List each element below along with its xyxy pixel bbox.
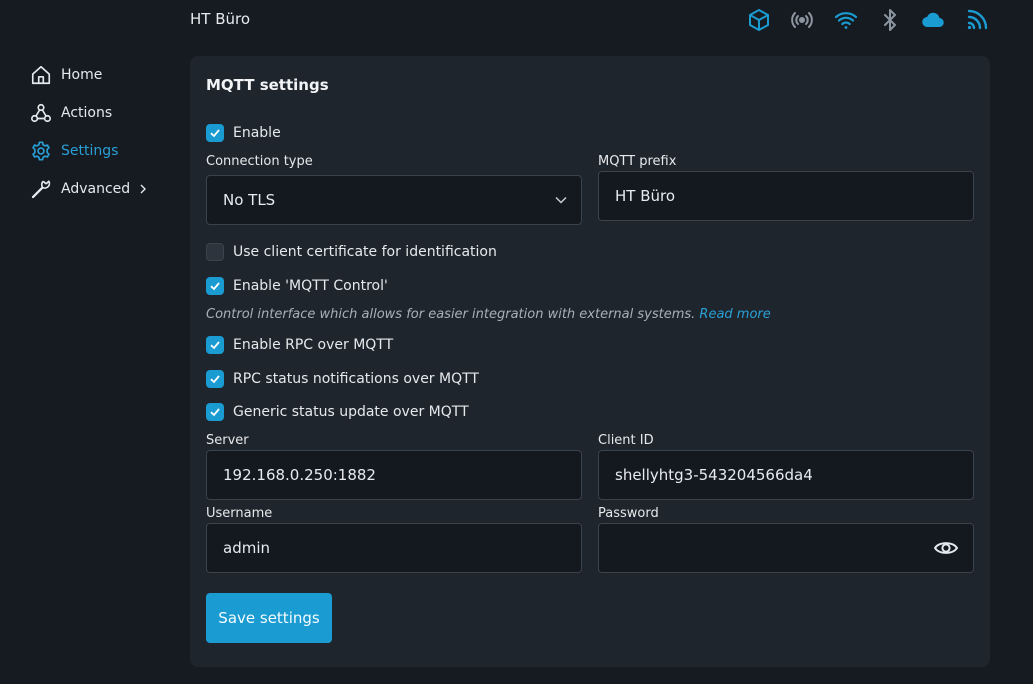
password-label: Password (598, 506, 659, 521)
cube-icon[interactable] (746, 8, 772, 32)
check-icon (210, 129, 220, 138)
hint-text: Control interface which allows for easie… (206, 307, 696, 322)
generic-status-label: Generic status update over MQTT (233, 404, 469, 420)
cloud-icon[interactable] (920, 8, 946, 32)
wifi-icon[interactable] (833, 8, 859, 32)
bluetooth-icon[interactable] (877, 8, 903, 32)
mqtt-settings-panel: MQTT settings Enable Connection type No … (190, 56, 990, 667)
rpc-checkbox[interactable] (206, 336, 224, 354)
server-input[interactable]: 192.168.0.250:1882 (206, 450, 582, 500)
client-cert-checkbox[interactable] (206, 243, 224, 261)
username-label: Username (206, 506, 273, 521)
eye-icon[interactable] (933, 539, 959, 557)
sidebar-item-label: Actions (61, 105, 113, 121)
rpc-row: Enable RPC over MQTT (206, 336, 393, 354)
client-id-input[interactable]: shellyhtg3-543204566da4 (598, 450, 974, 500)
rpc-label: Enable RPC over MQTT (233, 337, 394, 353)
mqtt-control-hint: Control interface which allows for easie… (206, 307, 771, 322)
password-input[interactable] (598, 523, 974, 573)
check-icon (210, 375, 220, 384)
page-title: MQTT settings (206, 76, 329, 94)
rpc-status-row: RPC status notifications over MQTT (206, 370, 479, 388)
connection-type-label: Connection type (206, 154, 313, 169)
mqtt-control-label: Enable 'MQTT Control' (233, 278, 388, 294)
client-cert-label: Use client certificate for identificatio… (233, 244, 497, 260)
connection-type-select[interactable]: No TLS (206, 175, 582, 225)
mqtt-prefix-input[interactable]: HT Büro (598, 171, 974, 221)
client-cert-row: Use client certificate for identificatio… (206, 243, 497, 261)
generic-status-row: Generic status update over MQTT (206, 403, 469, 421)
client-id-label: Client ID (598, 433, 654, 448)
mqtt-control-row: Enable 'MQTT Control' (206, 277, 388, 295)
sidebar-item-home[interactable]: Home (30, 56, 180, 94)
webhook-icon (31, 103, 51, 123)
rss-icon[interactable] (964, 8, 990, 32)
save-settings-button[interactable]: Save settings (206, 593, 332, 643)
sidebar-item-advanced[interactable]: Advanced (30, 170, 180, 208)
gear-icon (32, 141, 50, 161)
mqtt-prefix-label: MQTT prefix (598, 154, 677, 169)
username-value: admin (223, 539, 270, 557)
device-name: HT Büro (190, 10, 251, 28)
connection-type-value: No TLS (223, 191, 276, 209)
rpc-status-checkbox[interactable] (206, 370, 224, 388)
sidebar-item-label: Home (61, 67, 103, 83)
home-icon (31, 65, 51, 85)
sidebar-item-actions[interactable]: Actions (30, 94, 180, 132)
mqtt-prefix-value: HT Büro (615, 187, 676, 205)
server-value: 192.168.0.250:1882 (223, 466, 376, 484)
mqtt-control-checkbox[interactable] (206, 277, 224, 295)
wrench-icon (31, 180, 51, 199)
server-label: Server (206, 433, 249, 448)
sidebar: Home Actions Settings Advanced (30, 56, 180, 208)
read-more-link[interactable]: Read more (699, 307, 770, 322)
rpc-status-label: RPC status notifications over MQTT (233, 371, 479, 387)
chevron-right-icon (140, 184, 147, 194)
check-icon (210, 341, 220, 350)
sidebar-item-label: Settings (61, 143, 119, 159)
top-bar: HT Büro (0, 0, 1033, 40)
generic-status-checkbox[interactable] (206, 403, 224, 421)
enable-label: Enable (233, 125, 281, 141)
check-icon (210, 408, 220, 417)
enable-checkbox[interactable] (206, 124, 224, 142)
sidebar-item-settings[interactable]: Settings (30, 132, 180, 170)
check-icon (210, 282, 220, 291)
username-input[interactable]: admin (206, 523, 582, 573)
client-id-value: shellyhtg3-543204566da4 (615, 466, 813, 484)
sidebar-item-label: Advanced (61, 181, 131, 197)
chevron-down-icon (555, 196, 567, 204)
broadcast-icon[interactable] (789, 8, 815, 32)
enable-row: Enable (206, 124, 281, 142)
